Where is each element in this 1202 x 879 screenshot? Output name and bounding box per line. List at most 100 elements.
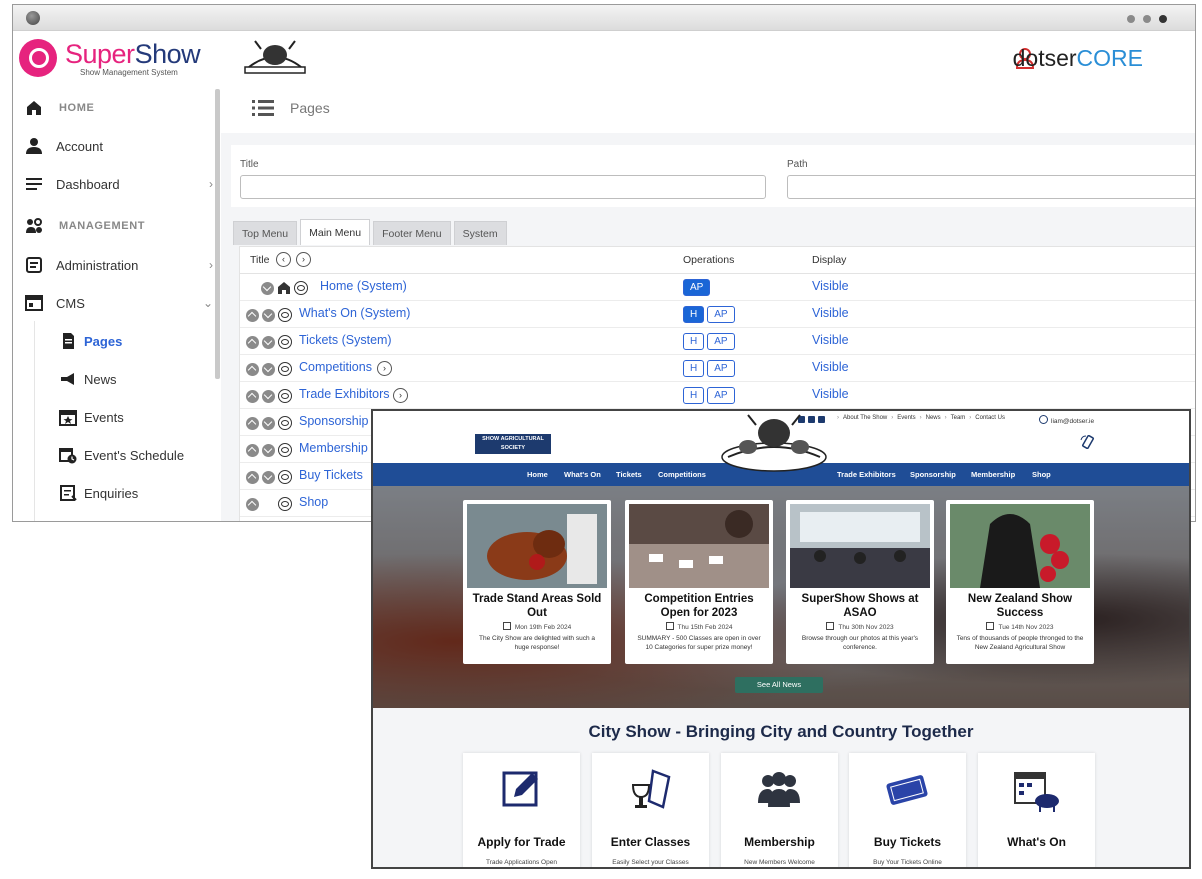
window-menu-dots-icon[interactable]: [1127, 15, 1167, 23]
page-link[interactable]: Trade Exhibitors: [299, 387, 390, 401]
eye-icon[interactable]: [278, 416, 292, 430]
move-up-icon[interactable]: [246, 389, 259, 403]
move-up-icon[interactable]: [246, 308, 259, 322]
feature-card-membership[interactable]: Membership New Members Welcome: [721, 753, 838, 867]
list-menu-icon[interactable]: [252, 99, 274, 117]
feature-subtitle: Trade Applications Open: [486, 859, 557, 866]
display-status[interactable]: Visible: [812, 333, 849, 347]
move-down-icon[interactable]: [262, 416, 275, 430]
move-up-icon[interactable]: [246, 416, 259, 430]
feature-card-apply-trade[interactable]: Apply for Trade Trade Applications Open: [463, 753, 580, 867]
eye-icon[interactable]: [278, 362, 292, 376]
sidebar-item-news[interactable]: News: [13, 360, 221, 398]
tab-top-menu[interactable]: Top Menu: [233, 221, 298, 245]
page-link[interactable]: Shop: [299, 495, 328, 509]
h-button[interactable]: H: [683, 360, 705, 377]
eye-icon[interactable]: [278, 335, 292, 349]
display-status[interactable]: Visible: [812, 306, 849, 320]
nav-shop[interactable]: Shop: [1032, 470, 1051, 479]
move-down-icon[interactable]: [262, 470, 275, 484]
news-card[interactable]: New Zealand Show Success Tue 14th Nov 20…: [946, 500, 1094, 664]
toplink-contact[interactable]: Contact Us: [975, 415, 1005, 421]
move-up-icon[interactable]: [246, 362, 259, 376]
move-down-icon[interactable]: [262, 335, 275, 349]
move-down-icon[interactable]: [262, 362, 275, 376]
nav-tickets[interactable]: Tickets: [616, 470, 642, 479]
toplink-events[interactable]: Events: [897, 415, 915, 421]
eye-icon[interactable]: [278, 308, 292, 322]
move-down-icon[interactable]: [261, 281, 274, 295]
toplink-team[interactable]: Team: [951, 415, 966, 421]
next-level-button[interactable]: ›: [296, 252, 311, 267]
filter-title-input[interactable]: [240, 175, 766, 199]
eye-icon[interactable]: [278, 389, 292, 403]
tab-system[interactable]: System: [453, 221, 507, 245]
page-link[interactable]: Competitions: [299, 360, 372, 374]
move-up-icon[interactable]: [246, 335, 259, 349]
toplink-news[interactable]: News: [926, 415, 941, 421]
tab-footer-menu[interactable]: Footer Menu: [373, 221, 451, 245]
rotate-device-icon[interactable]: [1080, 435, 1096, 449]
display-status[interactable]: Visible: [812, 360, 849, 374]
page-link[interactable]: What's On (System): [299, 306, 410, 320]
h-button[interactable]: H: [683, 306, 705, 323]
eye-icon[interactable]: [278, 443, 292, 457]
prev-level-button[interactable]: ‹: [276, 252, 291, 267]
page-link[interactable]: Home (System): [320, 279, 407, 293]
window-orb-icon[interactable]: [26, 11, 40, 25]
page-link[interactable]: Sponsorship: [299, 414, 369, 428]
see-all-news-button[interactable]: See All News: [735, 677, 823, 693]
news-card[interactable]: SuperShow Shows at ASAO Thu 30th Nov 202…: [786, 500, 934, 664]
nav-membership[interactable]: Membership: [971, 470, 1015, 479]
feature-card-buy-tickets[interactable]: Buy Tickets Buy Your Tickets Online: [849, 753, 966, 867]
h-button[interactable]: H: [683, 333, 705, 350]
page-link[interactable]: Membership: [299, 441, 368, 455]
news-card[interactable]: Trade Stand Areas Sold Out Mon 19th Feb …: [463, 500, 611, 664]
display-status[interactable]: Visible: [812, 279, 849, 293]
nav-trade-exhibitors[interactable]: Trade Exhibitors: [837, 470, 896, 479]
filter-path-input[interactable]: [787, 175, 1195, 199]
sidebar-item-administration[interactable]: Administration ›: [13, 246, 221, 284]
ap-button[interactable]: AP: [707, 387, 735, 404]
ap-button[interactable]: AP: [707, 306, 735, 323]
eye-icon[interactable]: [294, 281, 308, 295]
ap-button[interactable]: AP: [707, 333, 735, 350]
society-badge[interactable]: SHOW AGRICULTURAL SOCIETY: [475, 434, 551, 454]
ap-button[interactable]: AP: [683, 279, 711, 296]
feature-card-enter-classes[interactable]: Enter Classes Easily Select your Classes: [592, 753, 709, 867]
nav-sponsorship[interactable]: Sponsorship: [910, 470, 956, 479]
move-down-icon[interactable]: [262, 389, 275, 403]
sidebar-item-events[interactable]: Events: [13, 398, 221, 436]
nav-competitions[interactable]: Competitions: [658, 470, 706, 479]
move-up-icon[interactable]: [246, 443, 259, 457]
nav-whats-on[interactable]: What's On: [564, 470, 601, 479]
ap-button[interactable]: AP: [707, 360, 735, 377]
sidebar-item-account[interactable]: Account: [13, 127, 221, 165]
page-link[interactable]: Tickets (System): [299, 333, 392, 347]
sidebar-item-enquiries[interactable]: Enquiries: [13, 474, 221, 512]
society-crest-icon[interactable]: [718, 413, 830, 483]
eye-icon[interactable]: [278, 497, 292, 511]
page-link[interactable]: Buy Tickets: [299, 468, 363, 482]
sidebar-item-home[interactable]: HOME: [13, 89, 221, 127]
sidebar-scrollbar[interactable]: [215, 89, 220, 379]
eye-icon[interactable]: [278, 470, 292, 484]
expand-children-icon[interactable]: ›: [377, 361, 392, 376]
display-status[interactable]: Visible: [812, 387, 849, 401]
move-down-icon[interactable]: [262, 308, 275, 322]
sidebar-item-dashboard[interactable]: Dashboard ›: [13, 165, 221, 203]
sidebar-item-pages[interactable]: Pages: [13, 322, 221, 360]
tab-main-menu[interactable]: Main Menu: [300, 219, 371, 245]
feature-card-whats-on[interactable]: What's On: [978, 753, 1095, 867]
nav-home[interactable]: Home: [527, 470, 548, 479]
move-up-icon[interactable]: [246, 470, 259, 484]
user-email[interactable]: liam@dotser.ie: [1039, 415, 1094, 425]
toplink-about[interactable]: About The Show: [843, 415, 887, 421]
move-down-icon[interactable]: [262, 443, 275, 457]
news-card[interactable]: Competition Entries Open for 2023 Thu 15…: [625, 500, 773, 664]
sidebar-item-events-schedule[interactable]: Event's Schedule: [13, 436, 221, 474]
h-button[interactable]: H: [683, 387, 705, 404]
sidebar-item-cms[interactable]: CMS ⌄: [13, 284, 221, 322]
expand-children-icon[interactable]: ›: [393, 388, 408, 403]
move-up-icon[interactable]: [246, 497, 259, 511]
